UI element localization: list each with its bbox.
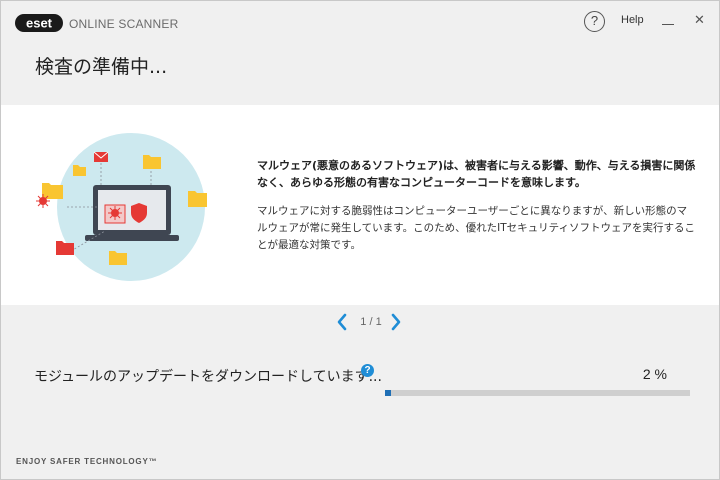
minimize-icon[interactable] <box>661 12 675 26</box>
progress-status: モジュールのアップデートをダウンロードしています... <box>34 369 382 385</box>
close-icon[interactable]: ✕ <box>694 12 705 28</box>
app-name: ONLINE SCANNER <box>69 17 179 31</box>
eset-logo: eset <box>15 14 63 32</box>
description-headline: マルウェア(悪意のあるソフトウェア)は、被害者に与える影響、動作、与える損害に関… <box>257 159 696 189</box>
malware-description: マルウェア(悪意のあるソフトウェア)は、被害者に与える影響、動作、与える損害に関… <box>257 157 697 254</box>
help-link[interactable]: Help <box>621 14 644 26</box>
chevron-left-icon[interactable] <box>335 312 349 332</box>
info-panel: マルウェア(悪意のあるソフトウェア)は、被害者に与える影響、動作、与える損害に関… <box>1 105 719 305</box>
title-bar: eset ONLINE SCANNER ? Help ✕ <box>1 1 719 43</box>
pagination: 1 / 1 <box>331 312 411 332</box>
page-title: 検査の準備中... <box>35 56 168 78</box>
malware-illustration <box>36 133 207 281</box>
progress-bar-fill <box>385 390 391 396</box>
description-body: マルウェアに対する脆弱性はコンピューターユーザーごとに異なりますが、新しい形態の… <box>257 205 696 251</box>
help-icon[interactable]: ? <box>584 11 605 32</box>
progress-percent: 2 % <box>642 366 667 382</box>
chevron-right-icon[interactable] <box>389 312 403 332</box>
logo-text: eset <box>26 16 53 31</box>
progress-bar <box>385 390 690 396</box>
footer-tagline: ENJOY SAFER TECHNOLOGY™ <box>16 457 158 466</box>
page-count: 1 / 1 <box>360 316 382 328</box>
info-icon[interactable]: ? <box>361 364 374 377</box>
app-window: eset ONLINE SCANNER ? Help ✕ 検査の準備中... マ… <box>0 0 720 480</box>
